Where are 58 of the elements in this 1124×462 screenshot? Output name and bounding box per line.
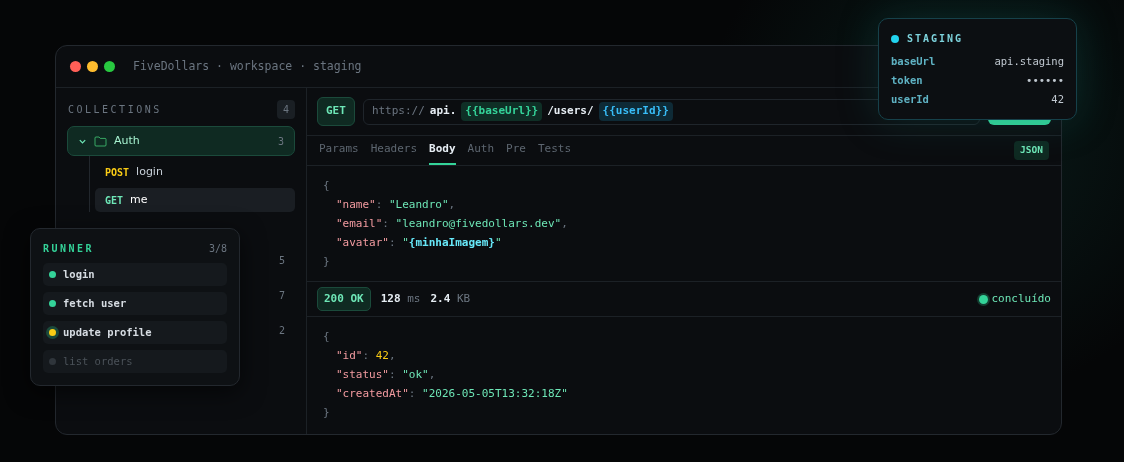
step-name: update profile: [63, 324, 152, 340]
item-count: 3: [277, 134, 284, 149]
maximize-icon[interactable]: [104, 61, 115, 72]
response-size: 2.4 KB: [430, 290, 471, 307]
code-line: }: [323, 254, 331, 270]
step-counter: 3/8: [208, 242, 227, 256]
folder-icon: [94, 135, 107, 147]
step-name: fetch user: [63, 295, 127, 311]
runner-step[interactable]: update profile: [43, 321, 227, 344]
minimize-icon[interactable]: [87, 61, 98, 72]
code-line: {: [323, 329, 331, 345]
folder-item[interactable]: Auth 3: [67, 126, 295, 156]
window-title: FiveDollars · workspace · staging: [133, 57, 362, 75]
code-line: "status": "ok",: [335, 367, 437, 383]
close-icon[interactable]: [70, 61, 81, 72]
code-line: }: [323, 405, 331, 421]
variable-value: ••••••: [1026, 73, 1064, 88]
code-line: "createdAt": "2026-05-05T13:32:18Z": [335, 386, 569, 402]
request-name: login: [136, 163, 163, 180]
status-badge: 200 OK: [317, 286, 371, 312]
status-dot: [979, 294, 989, 304]
variable-chip: {{baseUrl}}: [461, 102, 543, 121]
method-badge[interactable]: GET: [317, 97, 355, 126]
variable-value: 42: [1051, 92, 1064, 107]
status-text: concluído: [991, 290, 1051, 307]
url-text: /users/: [547, 103, 594, 120]
count-badge: 4: [276, 99, 295, 119]
format-badge: JSON: [1014, 141, 1049, 160]
code-line: "id": 42,: [335, 348, 397, 364]
method-label: POST: [105, 165, 130, 180]
step-name: login: [63, 266, 95, 282]
code-line: {: [323, 178, 331, 194]
request-item[interactable]: GET me: [95, 188, 295, 212]
request-name: me: [130, 191, 148, 208]
environment-name: STAGING: [907, 32, 964, 46]
method-label: GET: [105, 193, 124, 208]
code-line: "email": "leandro@fivedollars.dev",: [335, 216, 569, 232]
variable-name: token: [891, 73, 923, 88]
folder-name: Auth: [114, 132, 140, 149]
code-line: "avatar": "{minhaImagem}": [335, 235, 503, 251]
response-time: 128 ms: [380, 290, 421, 307]
url-text: https://: [371, 103, 425, 120]
variable-chip: {{userId}}: [598, 102, 673, 121]
step-status-dot: [49, 358, 56, 365]
url-text: api.: [429, 103, 457, 120]
runner-title: RUNNER: [43, 242, 95, 256]
step-status-dot: [49, 271, 56, 278]
request-item[interactable]: POST login: [95, 160, 295, 184]
runner-step[interactable]: fetch user: [43, 292, 227, 315]
section-title: COLLECTIONS: [68, 102, 162, 117]
step-status-dot: [49, 300, 56, 307]
variable-value: api.staging: [994, 54, 1064, 69]
variable-name: baseUrl: [891, 54, 936, 69]
runner-step[interactable]: login: [43, 263, 227, 286]
tab[interactable]: Body: [429, 136, 456, 165]
step-name: list orders: [63, 353, 133, 369]
code-line: "name": "Leandro",: [335, 197, 457, 213]
step-status-dot: [49, 329, 56, 336]
